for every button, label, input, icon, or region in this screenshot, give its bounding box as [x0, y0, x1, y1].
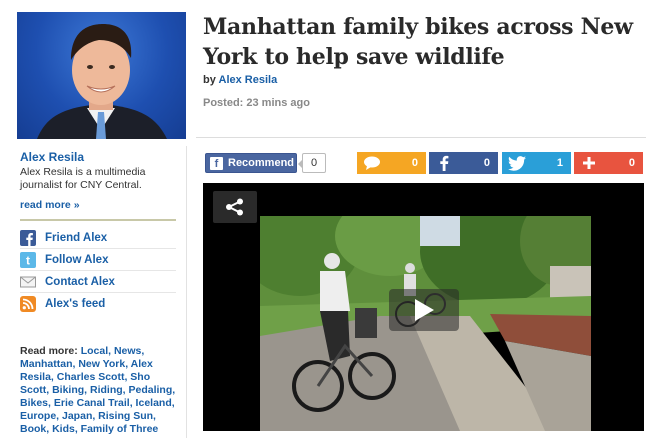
column-divider — [186, 146, 187, 438]
follow-author-link[interactable]: t Follow Alex — [20, 249, 176, 271]
mail-icon — [20, 274, 36, 290]
comment-share-button[interactable]: 0 — [357, 152, 426, 174]
facebook-icon — [429, 152, 459, 174]
video-player[interactable] — [203, 183, 644, 431]
facebook-share-count: 0 — [483, 157, 490, 169]
contact-author-link[interactable]: Contact Alex — [20, 271, 176, 293]
svg-text:t: t — [26, 253, 30, 267]
author-links: Friend Alex t Follow Alex Contact Alex A… — [20, 227, 176, 315]
facebook-icon — [20, 229, 36, 246]
plus-icon — [574, 152, 604, 174]
follow-author-label: Follow Alex — [45, 253, 109, 266]
author-feed-link[interactable]: Alex's feed — [20, 293, 176, 315]
read-more-link[interactable]: read more » — [20, 199, 176, 211]
author-name-link[interactable]: Alex Resila — [20, 150, 176, 164]
byline-prefix: by — [203, 74, 216, 86]
facebook-f-icon: f — [210, 156, 223, 170]
author-feed-label: Alex's feed — [45, 298, 106, 310]
author-portrait-image — [37, 24, 167, 139]
play-button[interactable] — [389, 289, 459, 331]
plus-share-count: 0 — [628, 157, 635, 169]
twitter-share-button[interactable]: 1 — [502, 152, 571, 174]
author-photo — [17, 12, 186, 139]
facebook-recommend-button[interactable]: f Recommend — [205, 153, 297, 173]
contact-author-label: Contact Alex — [45, 275, 115, 288]
recommend-count: 0 — [298, 153, 326, 173]
play-icon — [415, 299, 434, 321]
recommend-label: Recommend — [228, 157, 295, 169]
twitter-share-count: 1 — [556, 157, 563, 169]
friend-author-link[interactable]: Friend Alex — [20, 227, 176, 249]
posted-time: Posted: 23 mins ago — [203, 97, 310, 109]
byline: by Alex Resila — [203, 74, 277, 86]
twitter-icon: t — [20, 251, 36, 268]
comment-bubble-icon — [357, 152, 387, 174]
twitter-bird-icon — [502, 152, 532, 174]
author-bio: Alex Resila is a multimedia journalist f… — [20, 166, 146, 191]
article-headline: Manhattan family bikes across New York t… — [203, 14, 633, 70]
tags-label: Read more: — [20, 345, 78, 357]
plus-share-button[interactable]: 0 — [574, 152, 643, 174]
header-divider — [196, 137, 646, 138]
tags-list: Read more: Local, News, Manhattan, New Y… — [20, 345, 176, 436]
facebook-share-button[interactable]: 0 — [429, 152, 498, 174]
video-share-button[interactable] — [213, 191, 257, 223]
comment-count: 0 — [411, 157, 418, 169]
sidebar-divider — [20, 219, 176, 221]
rss-icon — [20, 296, 36, 312]
share-icon — [226, 198, 243, 216]
byline-author-link[interactable]: Alex Resila — [219, 74, 278, 86]
tag-links[interactable]: Local, News, Manhattan, New York, Alex R… — [20, 345, 175, 435]
author-sidebar: Alex Resila Alex Resila is a multimedia … — [20, 150, 176, 436]
friend-author-label: Friend Alex — [45, 231, 108, 244]
